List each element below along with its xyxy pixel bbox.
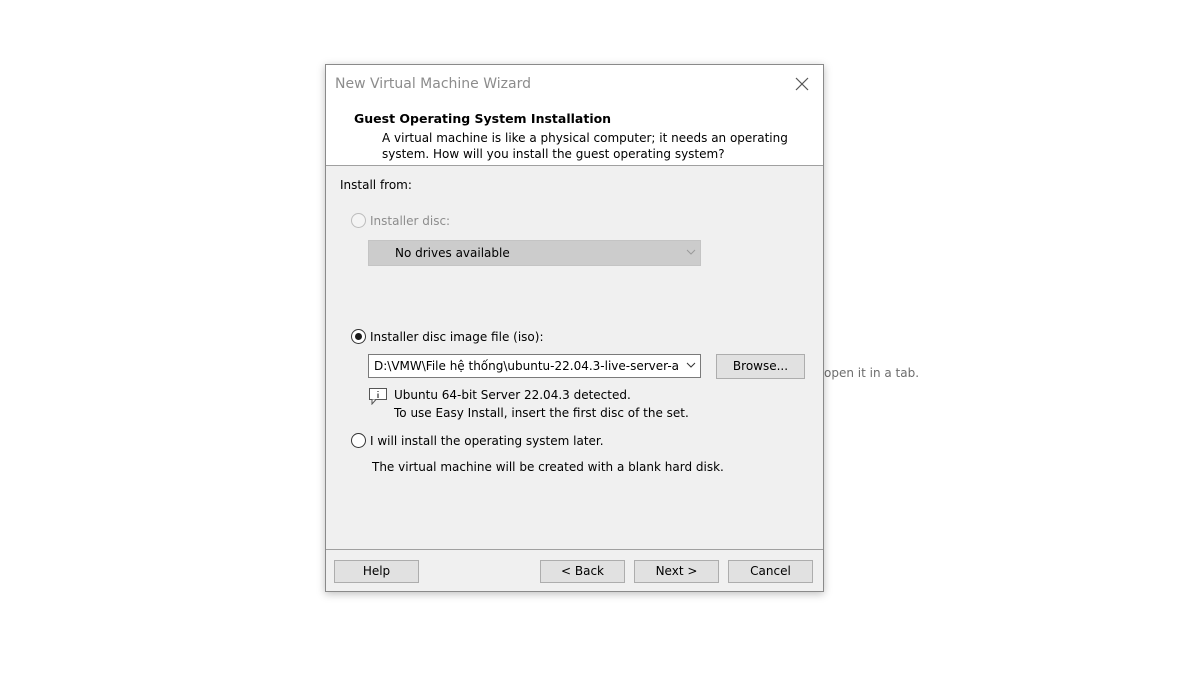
wizard-header: Guest Operating System Installation A vi… [326, 103, 823, 166]
footer-divider [326, 549, 823, 550]
dialog-title: New Virtual Machine Wizard [335, 76, 531, 92]
installer-disc-radio[interactable] [351, 213, 366, 228]
installer-disc-label: Installer disc: [370, 214, 451, 228]
title-bar[interactable]: New Virtual Machine Wizard [326, 65, 823, 103]
chevron-down-icon [686, 249, 696, 255]
browse-button[interactable]: Browse... [716, 354, 805, 379]
help-button[interactable]: Help [334, 560, 419, 583]
install-later-radio[interactable] [351, 433, 366, 448]
install-later-description: The virtual machine will be created with… [372, 460, 724, 474]
new-vm-wizard-dialog: New Virtual Machine Wizard Guest Operati… [325, 64, 824, 592]
back-button[interactable]: < Back [540, 560, 625, 583]
header-title: Guest Operating System Installation [354, 111, 612, 126]
next-button[interactable]: Next > [634, 560, 719, 583]
installer-disc-dropdown[interactable]: No drives available [368, 240, 701, 266]
close-icon [795, 77, 809, 91]
install-later-label: I will install the operating system late… [370, 434, 604, 448]
iso-label: Installer disc image file (iso): [370, 330, 544, 344]
iso-detected-text: Ubuntu 64-bit Server 22.04.3 detected. [394, 388, 631, 402]
iso-radio[interactable] [351, 329, 366, 344]
chevron-down-icon [686, 362, 696, 368]
cancel-button[interactable]: Cancel [728, 560, 813, 583]
iso-path-combobox[interactable]: D:\VMW\File hệ thống\ubuntu-22.04.3-live… [368, 354, 701, 378]
info-icon [369, 388, 387, 405]
background-hint-text: open it in a tab. [824, 366, 920, 380]
install-from-label: Install from: [340, 178, 412, 192]
easy-install-hint: To use Easy Install, insert the first di… [394, 406, 689, 420]
header-subtitle: A virtual machine is like a physical com… [382, 131, 788, 161]
close-button[interactable] [789, 73, 815, 95]
installer-disc-dropdown-value: No drives available [395, 246, 510, 260]
iso-path-value: D:\VMW\File hệ thống\ubuntu-22.04.3-live… [374, 359, 680, 373]
